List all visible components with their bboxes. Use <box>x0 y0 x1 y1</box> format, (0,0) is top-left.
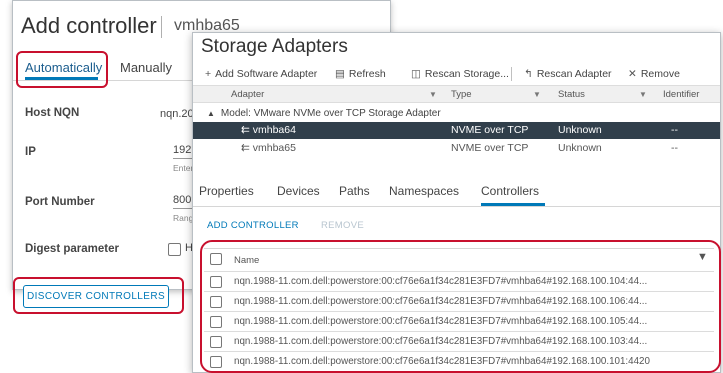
adapter-row[interactable]: ⇇ vmhba65 NVME over TCP Unknown -- <box>193 140 720 157</box>
status-cell: Unknown <box>558 124 602 136</box>
rescan-adapter-icon: ↰ <box>524 68 533 80</box>
digest-parameter-label: Digest parameter <box>25 243 119 255</box>
type-cell: NVME over TCP <box>451 142 529 154</box>
title-divider <box>161 16 162 38</box>
port-number-label: Port Number <box>25 196 95 208</box>
adapter-name: vmhba64 <box>252 124 296 136</box>
remove-controller-button[interactable]: REMOVE <box>321 220 364 231</box>
adapter-icon: ⇇ <box>241 142 250 154</box>
adapter-icon: ⇇ <box>241 124 250 136</box>
digest-checkbox[interactable] <box>168 243 181 256</box>
rescan-adapter-button[interactable]: ↰ Rescan Adapter <box>524 68 612 80</box>
tab-devices[interactable]: Devices <box>277 184 320 198</box>
remove-adapter-label: Remove <box>640 68 680 80</box>
rescan-storage-label: Rescan Storage... <box>424 68 509 80</box>
toolbar-divider <box>511 67 512 81</box>
caret-down-icon[interactable]: ▲ <box>207 109 215 118</box>
adapter-name: vmhba65 <box>252 142 296 154</box>
close-icon: ✕ <box>628 68 637 80</box>
highlight-box-controllers-grid <box>200 240 721 373</box>
highlight-box-discover <box>13 277 184 314</box>
tabs-divider <box>193 206 720 207</box>
highlight-box-automatically <box>16 51 108 88</box>
identifier-cell: -- <box>671 124 678 136</box>
add-software-adapter-label: Add Software Adapter <box>215 68 318 80</box>
adapter-group-row[interactable]: ▲ Model: VMware NVMe over TCP Storage Ada… <box>207 108 441 119</box>
filter-icon[interactable]: ▼ <box>429 90 437 99</box>
ip-label: IP <box>25 146 36 158</box>
rescan-adapter-label: Rescan Adapter <box>536 68 612 80</box>
refresh-button[interactable]: ▤ Refresh <box>335 68 386 80</box>
column-identifier[interactable]: Identifier <box>663 89 699 100</box>
remove-adapter-button[interactable]: ✕ Remove <box>628 68 680 80</box>
host-nqn-label: Host NQN <box>25 107 80 119</box>
add-software-adapter-button[interactable]: + Add Software Adapter <box>205 68 317 80</box>
column-adapter[interactable]: Adapter <box>231 89 264 100</box>
refresh-label: Refresh <box>348 68 386 80</box>
tab-manually[interactable]: Manually <box>120 60 172 75</box>
adapter-row-selected[interactable]: ⇇ vmhba64 NVME over TCP Unknown -- <box>193 122 720 139</box>
adapter-cell: ⇇ vmhba65 <box>241 142 296 154</box>
group-label: Model: VMware NVMe over TCP Storage Adap… <box>220 108 441 119</box>
adapter-cell: ⇇ vmhba64 <box>241 124 296 136</box>
rescan-storage-icon: ◫ <box>411 68 421 80</box>
tab-namespaces[interactable]: Namespaces <box>389 184 459 198</box>
identifier-cell: -- <box>671 142 678 154</box>
column-status[interactable]: Status <box>558 89 585 100</box>
plus-icon: + <box>205 68 212 80</box>
dialog-title: Add controller <box>21 13 157 38</box>
rescan-storage-button[interactable]: ◫ Rescan Storage... <box>411 68 509 80</box>
status-cell: Unknown <box>558 142 602 154</box>
filter-icon[interactable]: ▼ <box>639 90 647 99</box>
add-controller-button[interactable]: ADD CONTROLLER <box>207 220 299 231</box>
panel-title: Storage Adapters <box>201 36 348 57</box>
type-cell: NVME over TCP <box>451 124 529 136</box>
tab-paths[interactable]: Paths <box>339 184 370 198</box>
adapters-grid-header: Adapter ▼ Type ▼ Status ▼ Identifier <box>193 85 720 103</box>
filter-icon[interactable]: ▼ <box>533 90 541 99</box>
tab-properties[interactable]: Properties <box>199 184 254 198</box>
refresh-icon: ▤ <box>335 68 345 80</box>
tab-controllers[interactable]: Controllers <box>481 184 539 198</box>
column-type[interactable]: Type <box>451 89 472 100</box>
